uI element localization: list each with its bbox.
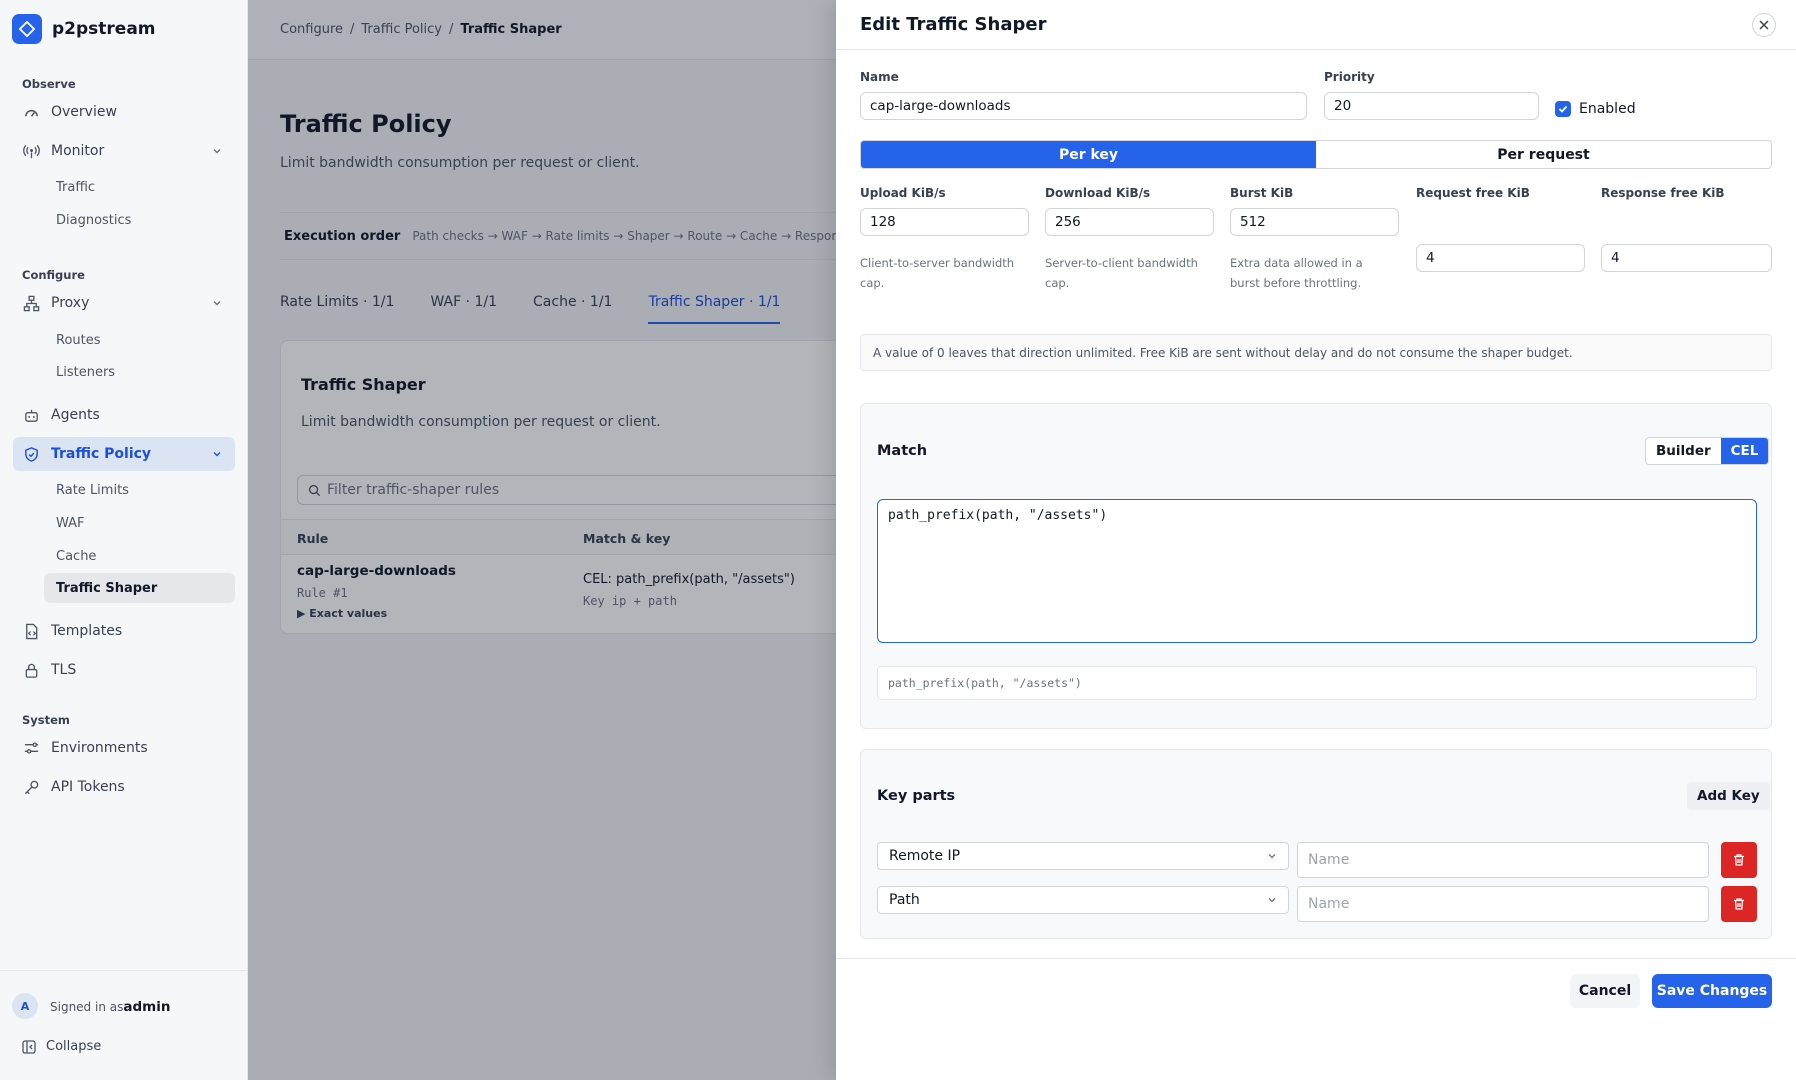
sidebar-item-waf[interactable]: WAF bbox=[44, 508, 235, 538]
key-name-input[interactable]: Name bbox=[1297, 842, 1709, 878]
sliders-icon bbox=[24, 741, 39, 754]
signed-in-text: Signed in asadmin bbox=[50, 999, 171, 1015]
match-title: Match bbox=[877, 443, 928, 459]
cancel-button[interactable]: Cancel bbox=[1570, 974, 1640, 1008]
upload-help: Client-to-server bandwidth cap. bbox=[860, 256, 1015, 290]
mode-per-request[interactable]: Per request bbox=[1316, 141, 1771, 168]
brand-name: p2pstream bbox=[52, 19, 156, 39]
enabled-checkbox[interactable] bbox=[1555, 101, 1571, 117]
request-free-input[interactable]: 4 bbox=[1416, 244, 1585, 272]
response-free-label: Response free KiB bbox=[1601, 186, 1725, 200]
sidebar-item-overview[interactable]: Overview bbox=[13, 95, 235, 129]
burst-label: Burst KiB bbox=[1230, 186, 1294, 200]
sidebar-collapse-icon bbox=[22, 1039, 36, 1054]
upload-label: Upload KiB/s bbox=[860, 186, 946, 200]
response-free-input[interactable]: 4 bbox=[1601, 244, 1772, 272]
mode-per-key[interactable]: Per key bbox=[861, 141, 1316, 168]
section-label-observe: Observe bbox=[22, 77, 76, 91]
key-parts-title: Key parts bbox=[877, 788, 956, 804]
cel-expression-input[interactable]: path_prefix(path, "/assets") bbox=[877, 499, 1757, 643]
priority-input[interactable]: 20 bbox=[1324, 92, 1539, 120]
download-input[interactable]: 256 bbox=[1045, 208, 1214, 236]
trash-icon bbox=[1734, 898, 1744, 910]
save-button[interactable]: Save Changes bbox=[1652, 974, 1772, 1008]
key-type-select[interactable]: Path bbox=[877, 886, 1289, 914]
key-name-input[interactable]: Name bbox=[1297, 886, 1709, 922]
sidebar: p2pstream Observe Overview Monitor Traff… bbox=[0, 0, 248, 1080]
drawer-header: Edit Traffic Shaper bbox=[836, 0, 1796, 50]
lock-icon bbox=[25, 663, 38, 678]
priority-label: Priority bbox=[1324, 70, 1375, 84]
gauge-icon bbox=[25, 109, 38, 117]
key-type-select[interactable]: Remote IP bbox=[877, 842, 1289, 870]
burst-input[interactable]: 512 bbox=[1230, 208, 1399, 236]
chevron-down-icon bbox=[1268, 854, 1276, 859]
drawer-footer: Cancel Save Changes bbox=[836, 958, 1796, 1080]
broadcast-icon bbox=[23, 144, 40, 158]
shield-icon bbox=[25, 446, 38, 462]
sidebar-item-cache[interactable]: Cache bbox=[44, 541, 235, 571]
download-label: Download KiB/s bbox=[1045, 186, 1151, 200]
close-icon bbox=[1759, 20, 1769, 30]
sidebar-item-traffic-shaper[interactable]: Traffic Shaper bbox=[44, 573, 235, 603]
request-free-label: Request free KiB bbox=[1416, 186, 1530, 200]
chevron-down-icon bbox=[1268, 898, 1276, 903]
name-input[interactable]: cap-large-downloads bbox=[860, 92, 1307, 120]
sidebar-item-environments[interactable]: Environments bbox=[13, 731, 235, 765]
chevron-down-icon bbox=[213, 301, 221, 306]
sidebar-item-rate-limits[interactable]: Rate Limits bbox=[44, 475, 235, 505]
chevron-down-icon bbox=[213, 149, 221, 154]
name-label: Name bbox=[860, 70, 899, 84]
section-label-system: System bbox=[22, 713, 70, 727]
sidebar-item-traffic-policy[interactable]: Traffic Policy bbox=[13, 437, 235, 471]
sidebar-item-routes[interactable]: Routes bbox=[44, 325, 235, 355]
sidebar-item-listeners[interactable]: Listeners bbox=[44, 357, 235, 387]
cel-button[interactable]: CEL bbox=[1720, 438, 1769, 464]
sidebar-item-monitor[interactable]: Monitor bbox=[13, 134, 235, 168]
sidebar-item-agents[interactable]: Agents bbox=[13, 398, 235, 432]
section-label-configure: Configure bbox=[22, 268, 85, 282]
burst-help: Extra data allowed in a burst before thr… bbox=[1230, 256, 1363, 290]
sidebar-item-tls[interactable]: TLS bbox=[13, 653, 235, 687]
match-panel: Match Builder CEL path_prefix(path, "/as… bbox=[860, 403, 1772, 729]
mode-toggle: Per key Per request bbox=[860, 140, 1772, 169]
network-icon bbox=[23, 295, 40, 311]
sidebar-item-traffic[interactable]: Traffic bbox=[44, 172, 235, 202]
builder-button[interactable]: Builder bbox=[1646, 438, 1721, 464]
key-parts-panel: Key parts Add Key Remote IP Name Path Na… bbox=[860, 749, 1772, 939]
enabled-label: Enabled bbox=[1579, 101, 1636, 117]
drawer-title: Edit Traffic Shaper bbox=[860, 14, 1047, 35]
chevron-down-icon bbox=[213, 452, 221, 457]
edit-drawer: Edit Traffic Shaper Name cap-large-downl… bbox=[836, 0, 1796, 1080]
sidebar-item-diagnostics[interactable]: Diagnostics bbox=[44, 205, 235, 235]
upload-input[interactable]: 128 bbox=[860, 208, 1029, 236]
check-icon bbox=[1558, 105, 1568, 113]
file-code-icon bbox=[26, 623, 38, 639]
download-help: Server-to-client bandwidth cap. bbox=[1045, 256, 1198, 290]
cel-preview: path_prefix(path, "/assets") bbox=[877, 666, 1757, 700]
robot-icon bbox=[25, 409, 38, 422]
avatar[interactable]: A bbox=[12, 993, 38, 1019]
key-icon bbox=[24, 780, 39, 794]
info-note: A value of 0 leaves that direction unlim… bbox=[860, 334, 1772, 371]
close-button[interactable] bbox=[1752, 13, 1776, 37]
delete-key-button[interactable] bbox=[1721, 886, 1757, 922]
match-mode-toggle: Builder CEL bbox=[1645, 437, 1770, 465]
sidebar-item-proxy[interactable]: Proxy bbox=[13, 286, 235, 320]
collapse-button[interactable]: Collapse bbox=[22, 1039, 101, 1054]
sidebar-item-api-tokens[interactable]: API Tokens bbox=[13, 770, 235, 804]
trash-icon bbox=[1734, 854, 1744, 866]
user-name: admin bbox=[123, 999, 171, 1015]
brand-logo-icon bbox=[12, 14, 42, 44]
delete-key-button[interactable] bbox=[1721, 842, 1757, 878]
add-key-button[interactable]: Add Key bbox=[1687, 782, 1770, 810]
sidebar-footer: A Signed in asadmin Collapse bbox=[0, 970, 247, 1080]
sidebar-item-templates[interactable]: Templates bbox=[13, 614, 235, 648]
brand[interactable]: p2pstream bbox=[12, 14, 156, 44]
